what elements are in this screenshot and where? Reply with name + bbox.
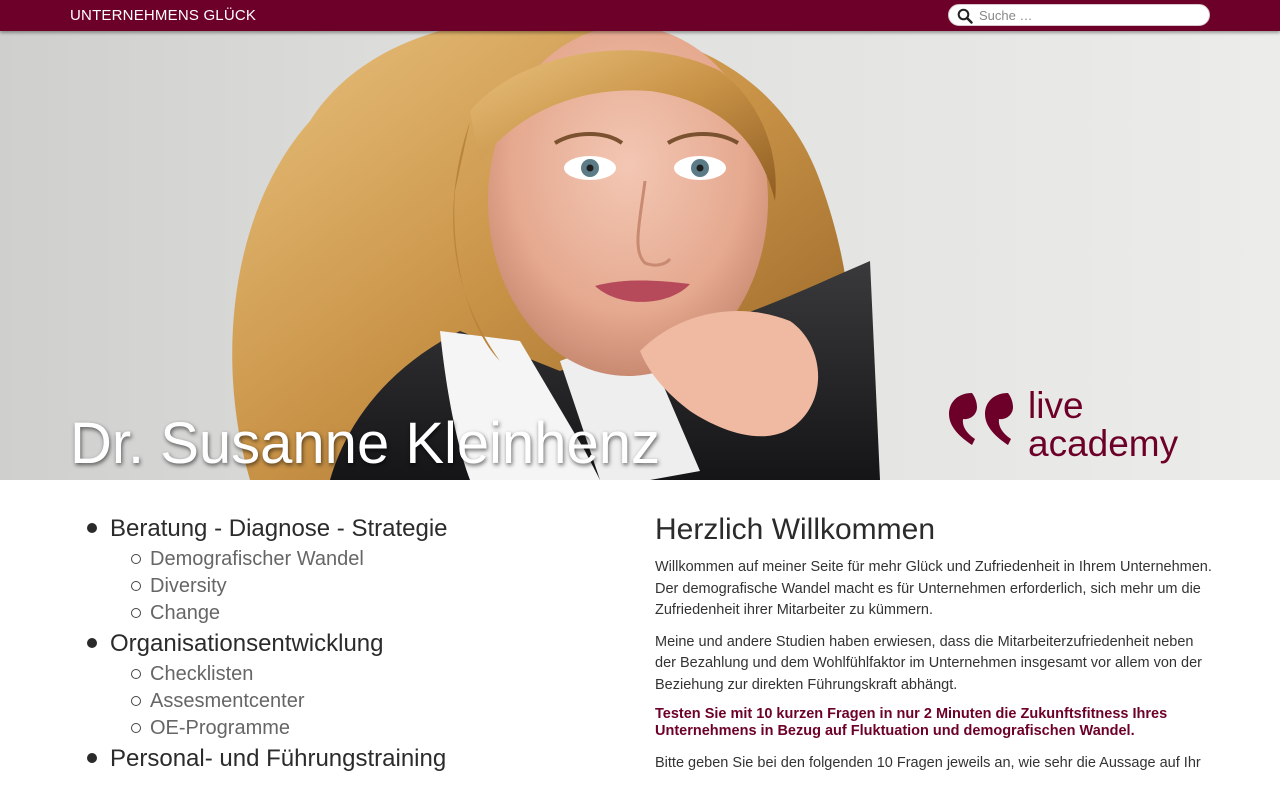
nav-link-personal-fuehrungstraining[interactable]: Personal- und Führungstraining — [110, 742, 590, 776]
nav-link-beratung[interactable]: Beratung - Diagnose - Strategie — [110, 512, 590, 546]
bullet-dot — [87, 638, 97, 648]
sub-item-diversity: Diversity — [110, 573, 590, 600]
bullet-circle — [131, 554, 141, 564]
hero-banner: Dr. Susanne Kleinhenz live academy — [0, 31, 1280, 480]
site-brand-link[interactable]: UNTERNEHMENS GLÜCK — [70, 7, 256, 24]
welcome-paragraph-3: Bitte geben Sie bei den folgenden 10 Fra… — [655, 755, 1201, 771]
main-navigation: Beratung - Diagnose - Strategie Demograf… — [70, 512, 590, 776]
welcome-paragraph-2: Meine und andere Studien haben erwiesen,… — [655, 633, 1202, 693]
sub-link-diversity[interactable]: Diversity — [150, 573, 590, 600]
bullet-circle — [131, 608, 141, 618]
sub-item-change: Change — [110, 600, 590, 627]
welcome-title: Herzlich Willkommen — [655, 513, 936, 546]
search-input[interactable] — [979, 6, 1199, 24]
nav-link-organisationsentwicklung[interactable]: Organisationsentwicklung — [110, 627, 590, 661]
test-highlight-text: Testen Sie mit 10 kurzen Fragen in nur 2… — [655, 706, 1168, 739]
nav-item-organisationsentwicklung: Organisationsentwicklung Checklisten Ass… — [70, 627, 590, 742]
hero-name-title: Dr. Susanne Kleinhenz — [70, 411, 661, 476]
bullet-dot — [87, 523, 97, 533]
nav-item-personal-fuehrungstraining: Personal- und Führungstraining — [70, 742, 590, 776]
sub-item-checklisten: Checklisten — [110, 661, 590, 688]
sub-link-oe-programme[interactable]: OE-Programme — [150, 715, 590, 742]
welcome-paragraph-1: Willkommen auf meiner Seite für mehr Glü… — [655, 559, 1212, 618]
bullet-circle — [131, 723, 141, 733]
live-academy-logo[interactable]: live academy — [946, 387, 1216, 471]
sub-item-oe-programme: OE-Programme — [110, 715, 590, 742]
bullet-circle — [131, 696, 141, 706]
sub-link-checklisten[interactable]: Checklisten — [150, 661, 590, 688]
logo-text-academy: academy — [1028, 423, 1179, 464]
top-bar: UNTERNEHMENS GLÜCK — [0, 0, 1280, 31]
logo-text-live: live — [1028, 385, 1084, 426]
bullet-dot — [87, 753, 97, 763]
sub-link-change[interactable]: Change — [150, 600, 590, 627]
search-icon[interactable] — [957, 8, 973, 24]
bullet-circle — [131, 581, 141, 591]
quote-mark-icon — [949, 393, 1013, 445]
sub-link-demografischer-wandel[interactable]: Demografischer Wandel — [150, 546, 590, 573]
sub-item-assesmentcenter: Assesmentcenter — [110, 688, 590, 715]
sub-link-assesmentcenter[interactable]: Assesmentcenter — [150, 688, 590, 715]
nav-item-beratung: Beratung - Diagnose - Strategie Demograf… — [70, 512, 590, 627]
welcome-content: Herzlich Willkommen Willkommen auf meine… — [655, 512, 1215, 785]
sub-item-demografischer-wandel: Demografischer Wandel — [110, 546, 590, 573]
search-box[interactable] — [948, 4, 1210, 26]
bullet-circle — [131, 669, 141, 679]
